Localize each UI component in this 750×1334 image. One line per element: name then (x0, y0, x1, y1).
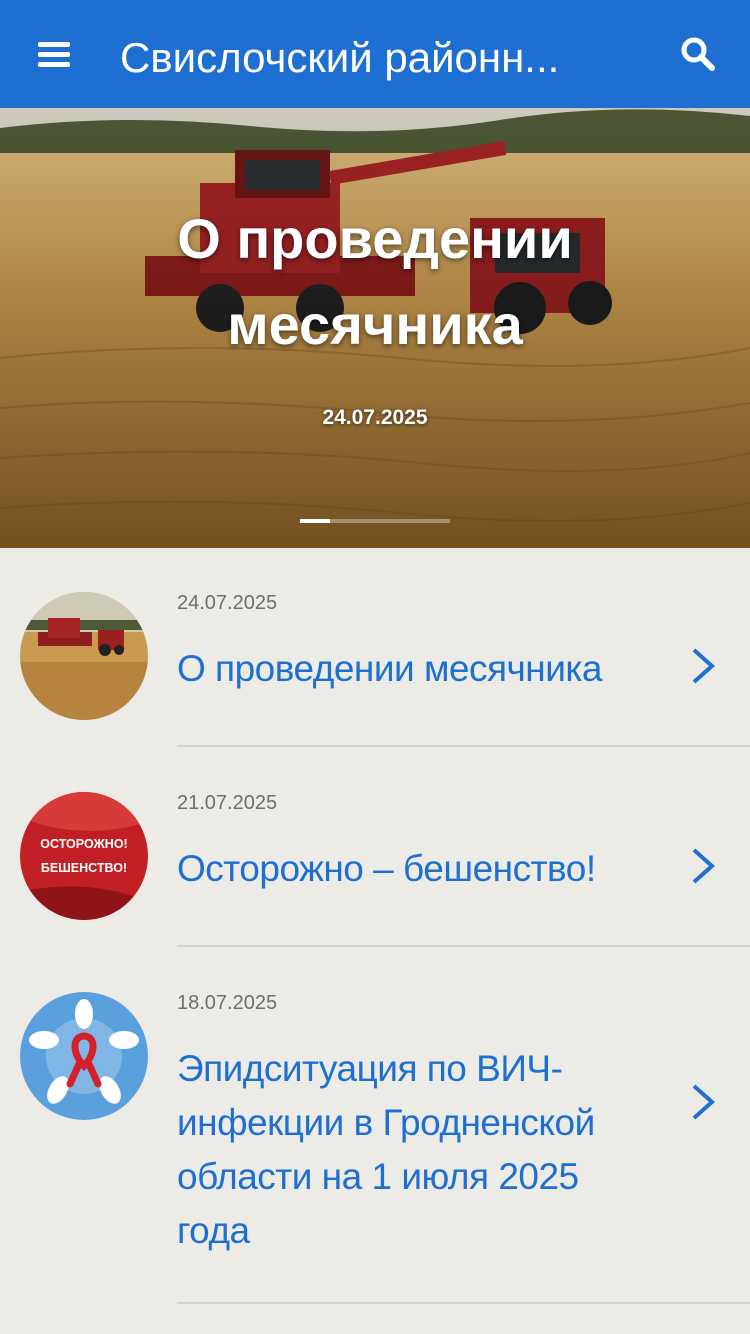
news-date: 24.07.2025 (177, 592, 278, 614)
rabies-thumbnail-text: ОСТОРОЖНО! (40, 837, 127, 851)
news-title: О проведении месячника (177, 648, 602, 689)
harvester-field-thumbnail (20, 592, 148, 720)
slider-dot-1[interactable] (300, 519, 330, 523)
divider (177, 745, 750, 747)
app-title: Свислочский районн... (120, 34, 560, 81)
hero-slide[interactable]: О проведении месячника 24.07.2025 (0, 108, 750, 548)
chevron-right-icon (692, 848, 716, 884)
news-date: 21.07.2025 (177, 792, 278, 814)
news-title: Эпидситуация по ВИЧ-инфекции в Гродненск… (177, 1048, 595, 1251)
news-date: 18.07.2025 (177, 992, 278, 1014)
chevron-right-icon (692, 648, 716, 684)
search-button[interactable] (668, 26, 728, 82)
app-bar: Свислочский районн... (0, 0, 750, 108)
hero-title: О проведении месячника (177, 207, 573, 356)
slider-dot-4[interactable] (390, 519, 420, 523)
news-title: Осторожно – бешенство! (177, 848, 596, 889)
slider-dot-2[interactable] (330, 519, 360, 523)
hero-date: 24.07.2025 (322, 406, 428, 429)
news-item[interactable]: 24.07.2025 О проведении месячника (0, 548, 750, 748)
red-ribbon-hands-thumbnail (20, 992, 148, 1120)
menu-button[interactable] (24, 26, 84, 82)
chevron-right-icon (692, 1084, 716, 1120)
slider-dot-5[interactable] (420, 519, 450, 523)
hamburger-menu-icon (38, 42, 70, 67)
rabies-warning-thumbnail: ОСТОРОЖНО! БЕШЕНСТВО! (20, 792, 148, 920)
divider (177, 945, 750, 947)
search-icon (681, 37, 715, 71)
divider (177, 1302, 750, 1304)
slider-pagination (300, 519, 450, 523)
news-list: 24.07.2025 О проведении месячника ОСТОРО… (0, 548, 750, 1305)
news-item[interactable]: ОСТОРОЖНО! БЕШЕНСТВО! 21.07.2025 Осторож… (0, 748, 750, 948)
slider-dot-3[interactable] (360, 519, 390, 523)
news-item[interactable]: 18.07.2025 Эпидситуация по ВИЧ-инфекции … (0, 948, 750, 1305)
svg-text:БЕШЕНСТВО!: БЕШЕНСТВО! (41, 861, 127, 875)
